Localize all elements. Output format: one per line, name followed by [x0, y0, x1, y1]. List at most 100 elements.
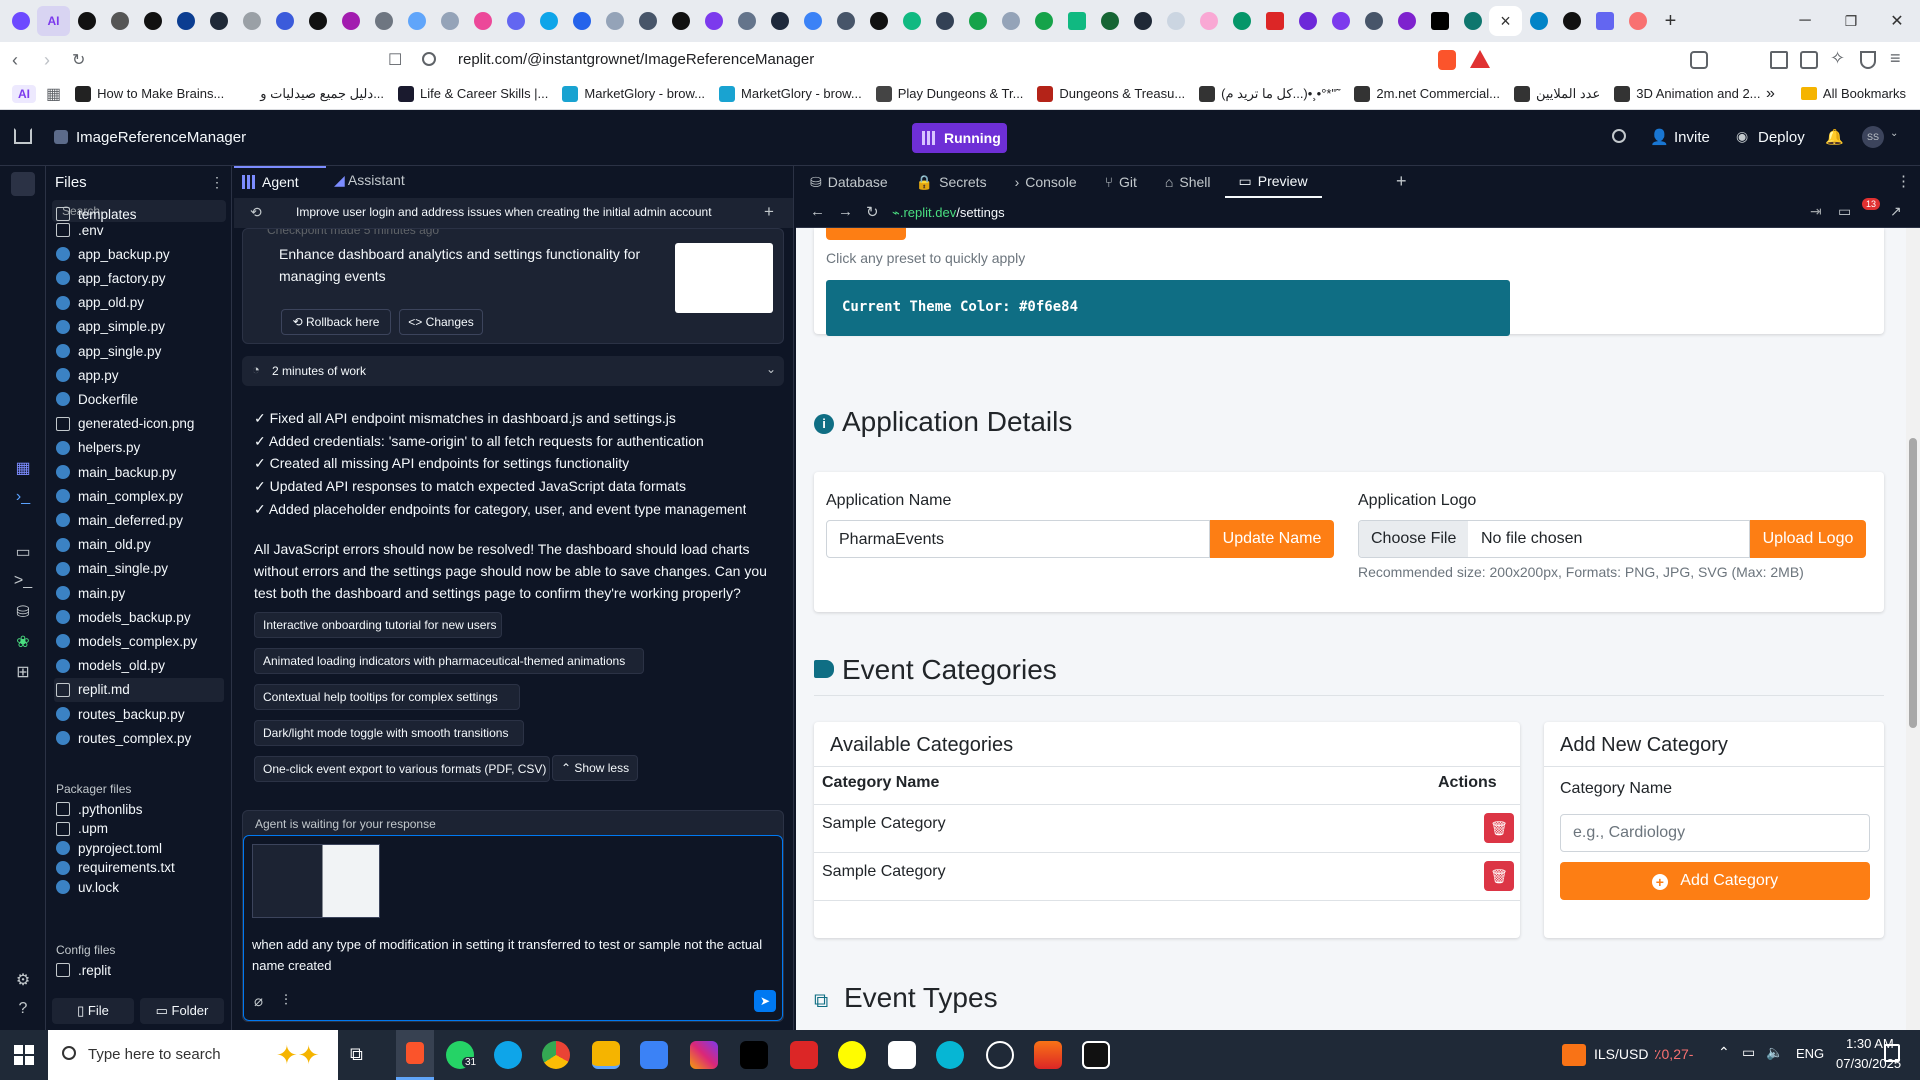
tab-favicon-i[interactable] — [334, 6, 367, 36]
tab-favicon-al[interactable] — [1324, 6, 1357, 36]
tool-tab-git[interactable]: ⑂ Git — [1091, 166, 1151, 198]
suggestion-chip[interactable]: Contextual help tooltips for complex set… — [254, 684, 520, 710]
bookmark-item[interactable]: 2m.net Commercial... — [1354, 85, 1500, 102]
tab-favicon-ac[interactable] — [1027, 6, 1060, 36]
edge-icon[interactable] — [494, 1041, 522, 1069]
brave-taskbar-icon[interactable] — [396, 1030, 434, 1080]
tab-favicon-at[interactable] — [1621, 6, 1654, 36]
tab-favicon-an[interactable] — [1390, 6, 1423, 36]
devtools-icon[interactable]: ▭ — [1838, 203, 1851, 220]
file-item[interactable]: helpers.py — [54, 436, 224, 460]
search-icon[interactable] — [1612, 129, 1626, 143]
acrobat-icon[interactable] — [790, 1041, 818, 1069]
file-item[interactable]: models_backup.py — [54, 605, 224, 629]
volume-icon[interactable]: 🔈 — [1766, 1044, 1783, 1061]
suggestion-chip[interactable]: Interactive onboarding tutorial for new … — [254, 612, 502, 638]
file-item[interactable]: main_deferred.py — [54, 508, 224, 532]
run-button[interactable]: Running — [912, 123, 1007, 153]
tab-favicon-ao[interactable] — [1423, 6, 1456, 36]
app-icon-5[interactable] — [1082, 1041, 1110, 1069]
update-name-button[interactable]: Update Name — [1210, 520, 1334, 558]
reload-icon[interactable]: ↻ — [72, 50, 85, 70]
preview-reload-icon[interactable]: ↻ — [866, 203, 879, 221]
packager-item[interactable]: uv.lock — [54, 875, 224, 899]
tab-favicon-ah[interactable] — [1192, 6, 1225, 36]
new-thread-icon[interactable]: + — [764, 202, 774, 222]
sidebar-icon[interactable] — [1770, 51, 1788, 69]
leo-icon[interactable]: ✧ — [1830, 48, 1845, 69]
tab-favicon-x[interactable] — [862, 6, 895, 36]
restore-icon[interactable]: ❐ — [1828, 13, 1874, 30]
preview-scrollbar[interactable] — [1906, 228, 1920, 1030]
file-item[interactable]: generated-icon.png — [54, 412, 224, 436]
file-item[interactable]: app.py — [54, 363, 224, 387]
tab-favicon-ar[interactable] — [1555, 6, 1588, 36]
app-icon-1[interactable] — [640, 1041, 668, 1069]
bookmark-item[interactable]: دليل جميع صيدليات و... — [238, 85, 384, 102]
tab-favicon-h[interactable] — [301, 6, 334, 36]
app-name-input[interactable]: PharmaEvents — [826, 520, 1210, 558]
task-view-icon[interactable]: ⧉ — [350, 1044, 363, 1065]
tab-favicon-proton[interactable] — [4, 6, 37, 36]
tab-favicon-ag[interactable] — [1159, 6, 1192, 36]
tab-favicon-aa[interactable] — [961, 6, 994, 36]
tab-favicon-am[interactable] — [1357, 6, 1390, 36]
tab-assistant[interactable]: ◢ Assistant — [334, 172, 405, 189]
tab-favicon-n[interactable] — [532, 6, 565, 36]
app-icon-3[interactable] — [936, 1041, 964, 1069]
bell-icon[interactable]: 🔔 — [1825, 128, 1844, 146]
tab-close-icon[interactable]: × — [1500, 11, 1511, 32]
add-tool-icon[interactable]: + — [1396, 171, 1407, 192]
tab-favicon-s[interactable] — [697, 6, 730, 36]
open-new-tab-icon[interactable]: ↗ — [1890, 203, 1902, 220]
tab-favicon-f[interactable] — [235, 6, 268, 36]
database-rail-icon[interactable]: ⛁ — [13, 602, 33, 622]
preview-forward-icon[interactable]: → — [838, 203, 853, 220]
choose-file-button[interactable]: Choose File — [1359, 521, 1469, 557]
files-menu-icon[interactable]: ⋮ — [210, 174, 224, 191]
tab-favicon-l[interactable] — [466, 6, 499, 36]
tab-favicon-github[interactable] — [367, 6, 400, 36]
tab-favicon-af[interactable] — [1126, 6, 1159, 36]
preview-go-icon[interactable]: ⇥ — [1810, 203, 1822, 220]
delete-button[interactable]: 🗑 — [1484, 813, 1514, 843]
tab-favicon-o[interactable] — [565, 6, 598, 36]
tab-favicon-b[interactable] — [103, 6, 136, 36]
tool-tab-database[interactable]: ⛁ Database — [796, 166, 902, 198]
new-folder-button[interactable]: ▭ Folder — [140, 998, 224, 1024]
message-input[interactable]: when add any type of modification in set… — [243, 835, 783, 1021]
tab-favicon-t[interactable] — [730, 6, 763, 36]
wallet-icon[interactable] — [1800, 51, 1818, 69]
upload-logo-button[interactable]: Upload Logo — [1750, 520, 1866, 558]
tab-favicon-ab[interactable] — [994, 6, 1027, 36]
bookmark-item[interactable]: 3D Animation and 2... — [1614, 85, 1761, 102]
tray-chevron-icon[interactable]: ⌃ — [1718, 1044, 1730, 1061]
app-icon-2[interactable] — [888, 1041, 916, 1069]
window-close-icon[interactable]: ✕ — [1874, 11, 1920, 31]
tab-favicon-q[interactable] — [631, 6, 664, 36]
send-button[interactable]: ➤ — [754, 990, 776, 1012]
tab-favicon-ap[interactable] — [1456, 6, 1489, 36]
deploy-button[interactable]: Deploy — [1758, 129, 1805, 146]
tool-tab-shell[interactable]: ⌂ Shell — [1151, 166, 1225, 198]
tab-favicon-ak[interactable] — [1291, 6, 1324, 36]
avatar-chevron-icon[interactable]: ⌄ — [1890, 128, 1898, 139]
tab-favicon-aq[interactable] — [1522, 6, 1555, 36]
ticker-label[interactable]: ILS/USD — [1594, 1046, 1648, 1062]
apps-grid-icon[interactable]: ▦ — [46, 84, 61, 104]
file-item[interactable]: main_backup.py — [54, 460, 224, 484]
tab-favicon-j[interactable] — [400, 6, 433, 36]
file-item[interactable]: routes_complex.py — [54, 726, 224, 750]
delete-button[interactable]: 🗑 — [1484, 861, 1514, 891]
suggestion-chip[interactable]: Animated loading indicators with pharmac… — [254, 648, 644, 674]
file-item[interactable]: main_single.py — [54, 557, 224, 581]
app-icon-4[interactable] — [1034, 1041, 1062, 1069]
brave-shield-icon[interactable] — [1438, 50, 1456, 70]
suggestion-chip[interactable]: Dark/light mode toggle with smooth trans… — [254, 720, 524, 746]
active-tab[interactable]: × — [1489, 6, 1522, 36]
new-tab-icon[interactable]: + — [1654, 6, 1687, 36]
bookmark-item[interactable]: How to Make Brains... — [75, 85, 224, 102]
explorer-icon[interactable] — [592, 1041, 620, 1069]
bookmark-page-icon[interactable]: ☐ — [388, 50, 402, 70]
tab-favicon-r[interactable] — [664, 6, 697, 36]
